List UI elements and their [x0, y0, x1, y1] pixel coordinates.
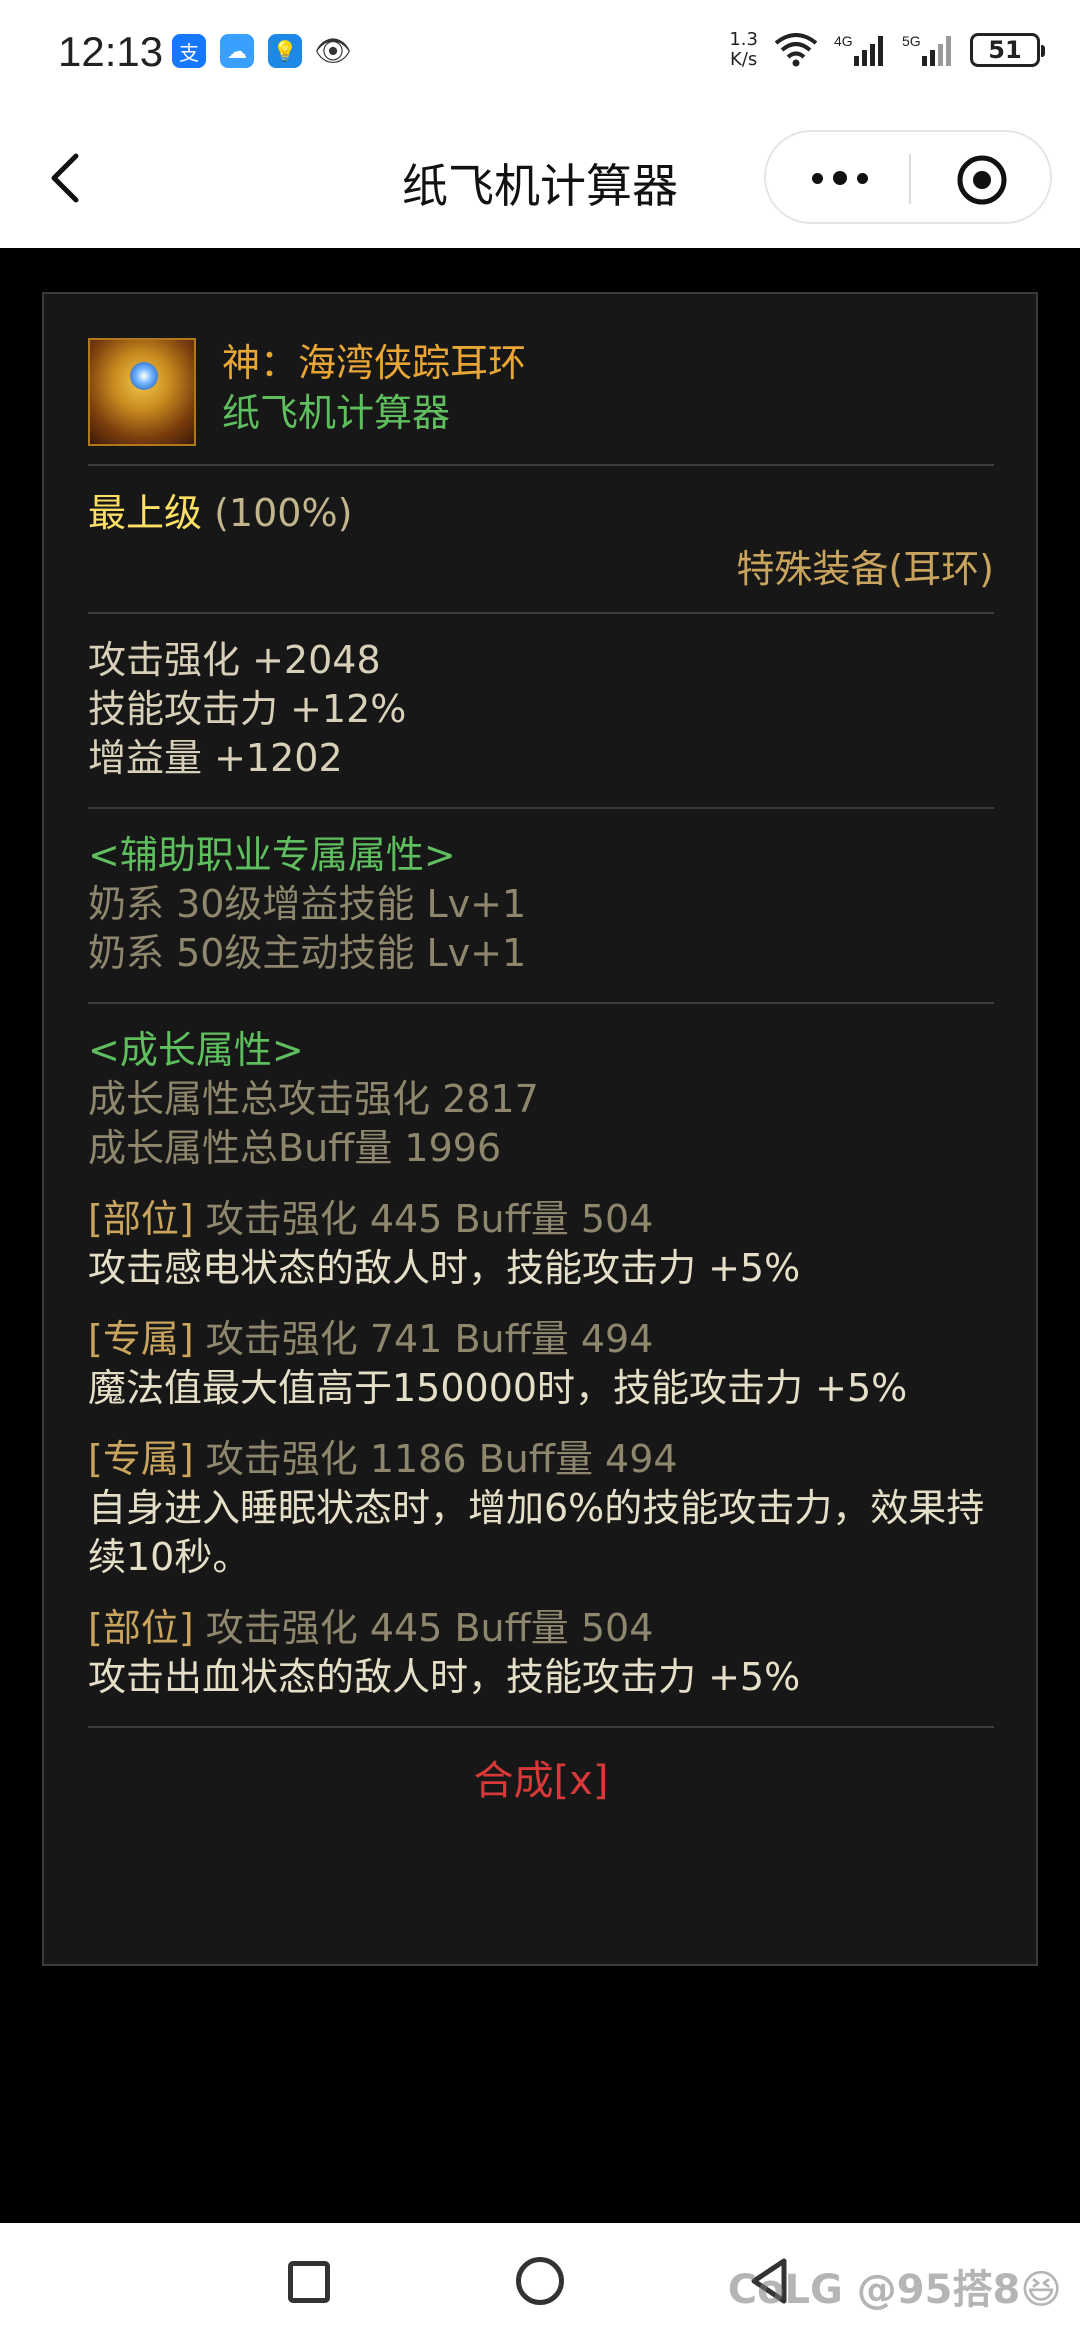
battery-icon: 51	[970, 33, 1045, 67]
growth-entry-effect: 自身进入睡眠状态时，增加6%的技能攻击力，效果持续10秒。	[88, 1486, 985, 1579]
home-circle-icon[interactable]	[516, 2257, 564, 2305]
content-area: 神：海湾侠踪耳环 纸飞机计算器 最上级 (100%) 特殊装备(耳环) 攻击强化…	[0, 248, 1080, 2223]
nav-bar: 纸飞机计算器	[0, 110, 1080, 248]
alipay-icon: 支	[172, 34, 206, 68]
network-speed: 1.3 K/s	[729, 29, 758, 70]
base-stats: 攻击强化 +2048 技能攻击力 +12% 增益量 +1202	[88, 614, 994, 807]
mini-program-capsule	[764, 130, 1052, 224]
earring-item-icon	[88, 338, 196, 446]
signal-5g-icon: 5G	[902, 30, 954, 70]
stat-line: 技能攻击力 +12%	[88, 687, 407, 731]
status-time: 12:13	[58, 28, 164, 75]
signal-4g-icon: 4G	[834, 30, 886, 70]
item-name: 神：海湾侠踪耳环	[222, 341, 527, 385]
attr-line: 奶系 30级增益技能 Lv+1	[88, 882, 527, 926]
system-nav-bar: CoLG @95搭8😆	[0, 2223, 1080, 2340]
growth-attributes: <成长属性> 成长属性总攻击强化 2817 成长属性总Buff量 1996 [部…	[88, 1004, 994, 1726]
item-grade: 最上级 (100%)	[88, 491, 353, 535]
growth-entry-effect: 魔法值最大值高于150000时，技能攻击力 +5%	[88, 1366, 908, 1410]
support-attributes: <辅助职业专属属性> 奶系 30级增益技能 Lv+1 奶系 50级主动技能 Lv…	[88, 809, 994, 1002]
item-tooltip-card: 神：海湾侠踪耳环 纸飞机计算器 最上级 (100%) 特殊装备(耳环) 攻击强化…	[42, 292, 1038, 1966]
growth-entry-effect: 攻击感电状态的敌人时，技能攻击力 +5%	[88, 1246, 801, 1290]
growth-total-buff: 成长属性总Buff量 1996	[88, 1126, 502, 1170]
svg-text:5G: 5G	[902, 33, 921, 49]
status-bar: 12:13 支 ☁ 💡 👁 1.3 K/s 4G 5G 51	[0, 0, 1080, 110]
growth-entry-stats: [部位] 攻击强化 445 Buff量 504	[88, 1606, 654, 1650]
status-app-icons: 支 ☁ 💡 👁	[172, 33, 353, 69]
growth-entry-effect: 攻击出血状态的敌人时，技能攻击力 +5%	[88, 1655, 801, 1699]
weather-icon: ☁	[220, 34, 254, 68]
item-header: 神：海湾侠踪耳环 纸飞机计算器	[88, 338, 994, 448]
grade-row: 最上级 (100%) 特殊装备(耳环)	[88, 466, 994, 612]
attr-line: 奶系 50级主动技能 Lv+1	[88, 931, 527, 975]
equip-type: 特殊装备(耳环)	[736, 547, 994, 591]
more-dots-icon[interactable]	[800, 156, 880, 200]
growth-total-attack: 成长属性总攻击强化 2817	[88, 1077, 539, 1121]
item-title-block: 神：海湾侠踪耳环 纸飞机计算器	[222, 338, 526, 438]
recents-square-icon[interactable]	[288, 2261, 330, 2303]
wifi-icon	[774, 30, 818, 70]
item-tooltip-inner: 神：海湾侠踪耳环 纸飞机计算器 最上级 (100%) 特殊装备(耳环) 攻击强化…	[88, 338, 994, 1806]
svg-text:4G: 4G	[834, 33, 853, 49]
section-header: <成长属性>	[88, 1028, 304, 1072]
growth-entry-stats: [专属] 攻击强化 741 Buff量 494	[88, 1317, 654, 1361]
eye-icon: 👁	[313, 33, 353, 69]
section-header: <辅助职业专属属性>	[88, 833, 456, 877]
capsule-divider	[909, 154, 911, 204]
item-source: 纸飞机计算器	[222, 391, 451, 435]
growth-entry-stats: [部位] 攻击强化 445 Buff量 504	[88, 1197, 654, 1241]
status-right: 1.3 K/s 4G 5G 51	[729, 29, 1045, 70]
synth-link[interactable]: 合成[x]	[88, 1728, 994, 1806]
stat-line: 增益量 +1202	[88, 736, 343, 780]
watermark: CoLG @95搭8😆	[727, 2267, 1062, 2313]
growth-entry-stats: [专属] 攻击强化 1186 Buff量 494	[88, 1437, 678, 1481]
target-circle-icon[interactable]	[956, 154, 1008, 206]
bulb-icon: 💡	[268, 34, 302, 68]
stat-line: 攻击强化 +2048	[88, 638, 381, 682]
